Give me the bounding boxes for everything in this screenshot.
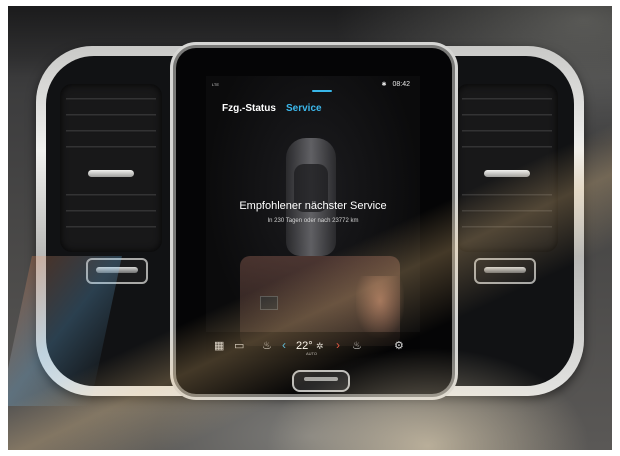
active-tab-indicator [312, 90, 332, 92]
tab-service[interactable]: Service [286, 103, 322, 114]
service-detail: In 230 Tagen oder nach 23772 km [267, 218, 359, 224]
service-heading: Empfohlener nächster Service [239, 200, 387, 212]
seat-heat-icon[interactable]: ♨ [262, 339, 272, 352]
camera-icon[interactable]: ▭ [234, 339, 244, 352]
left-air-vent [60, 84, 162, 252]
right-vent-wheel[interactable] [474, 258, 536, 284]
network-indicator: LTE [212, 82, 220, 87]
hazard-button[interactable] [292, 370, 350, 392]
home-grid-icon[interactable]: ▦ [214, 339, 224, 352]
phone-reflection [260, 296, 278, 310]
seat-heat-right-icon[interactable]: ♨ [352, 339, 362, 352]
settings-icon[interactable]: ⚙ [394, 339, 404, 352]
clock: 08:42 [392, 81, 410, 88]
car-interior-photo: LTE ✱ 08:42 Fzg.-Status Service Empfohlen… [8, 6, 612, 450]
vent-knob[interactable] [88, 170, 134, 177]
tab-fzg-status[interactable]: Fzg.-Status [222, 103, 276, 114]
infotainment-screen: LTE ✱ 08:42 Fzg.-Status Service Empfohlen… [206, 76, 420, 358]
climate-bar: ▦ ▭ ♨ ‹ 22° AUTO ✲ › ♨ ⚙ [206, 332, 420, 358]
fan-icon[interactable]: ✲ [316, 341, 324, 352]
right-air-vent [456, 84, 558, 252]
status-bar-right: ✱ 08:42 [381, 81, 410, 88]
bluetooth-icon: ✱ [381, 82, 387, 88]
vent-knob[interactable] [484, 170, 530, 177]
hand-reflection [356, 276, 404, 338]
chevron-left-icon[interactable]: ‹ [282, 338, 286, 352]
chevron-right-icon[interactable]: › [336, 338, 340, 352]
